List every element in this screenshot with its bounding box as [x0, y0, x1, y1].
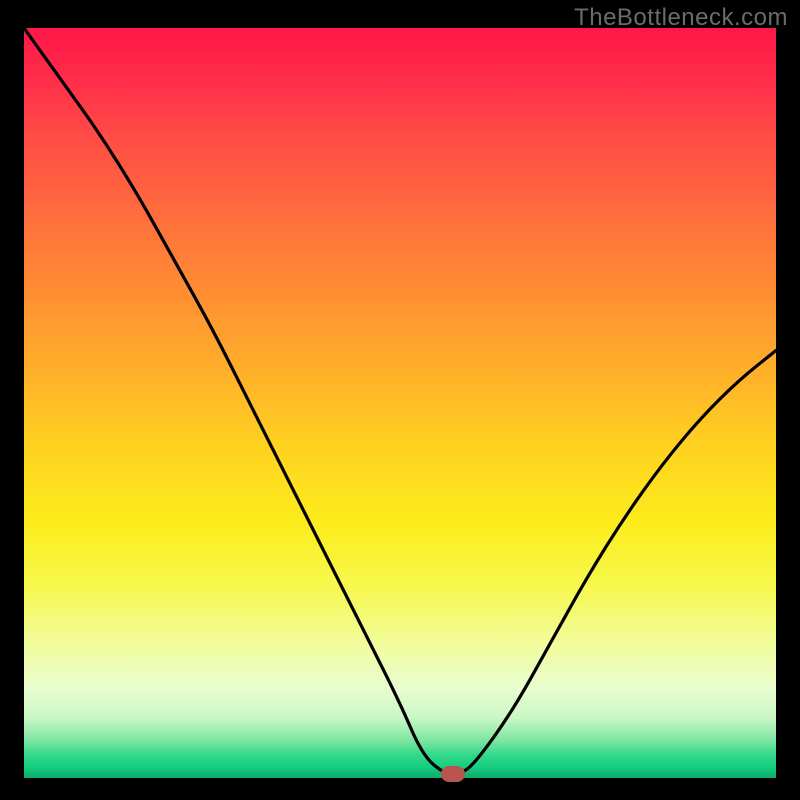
chart-frame: TheBottleneck.com: [0, 0, 800, 800]
optimum-marker: [441, 766, 465, 782]
watermark-text: TheBottleneck.com: [574, 4, 788, 32]
bottleneck-curve: [24, 28, 776, 778]
plot-area: [24, 28, 776, 778]
curve-path: [24, 28, 776, 774]
